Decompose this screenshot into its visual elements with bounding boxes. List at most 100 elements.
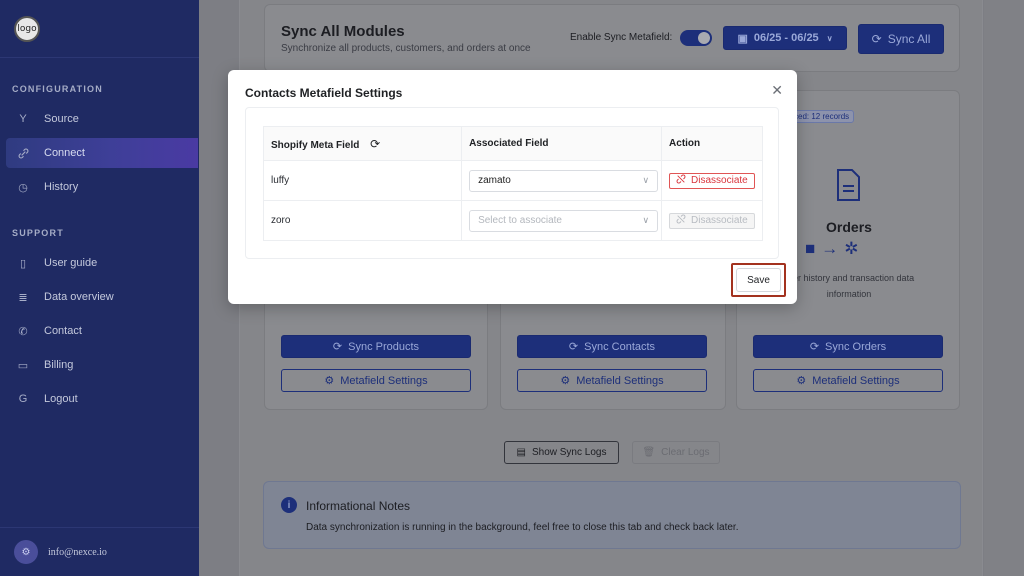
refresh-icon: ⟳ bbox=[568, 341, 579, 353]
contacts-metafield-button[interactable]: ⚙ Metafield Settings bbox=[517, 369, 707, 392]
sync-all-card: Sync All Modules Synchronize all product… bbox=[264, 4, 960, 72]
unlink-icon bbox=[676, 174, 686, 187]
refresh-icon: ⟳ bbox=[871, 32, 882, 46]
info-icon: i bbox=[281, 497, 297, 513]
date-range-picker[interactable]: ▣ 06/25 - 06/25 ∨ bbox=[723, 26, 847, 50]
sidebar-item-label: Contact bbox=[44, 325, 82, 337]
sync-products-label: Sync Products bbox=[348, 340, 420, 353]
shopify-hubspot-icons: ■→✲ bbox=[805, 239, 865, 259]
refresh-icon: ⟳ bbox=[809, 341, 820, 353]
date-range-label: 06/25 - 06/25 bbox=[753, 32, 819, 44]
sidebar-item-label: Connect bbox=[44, 147, 85, 159]
orders-metafield-button[interactable]: ⚙ Metafield Settings bbox=[753, 369, 943, 392]
sidebar-item-label: Data overview bbox=[44, 291, 114, 303]
logo: logo bbox=[14, 15, 40, 42]
unlink-icon bbox=[676, 214, 686, 227]
chevron-down-icon: ∨ bbox=[826, 33, 833, 43]
page-subtitle: Synchronize all products, customers, and… bbox=[281, 43, 531, 54]
document-icon: ▤ bbox=[516, 447, 526, 458]
section-title-configuration: CONFIGURATION bbox=[12, 84, 103, 94]
sidebar-item-connect[interactable]: Connect bbox=[6, 138, 198, 168]
toggle-label: Enable Sync Metafield: bbox=[570, 32, 673, 43]
sidebar-item-label: History bbox=[44, 181, 79, 193]
disassociate-button-disabled[interactable]: Disassociate bbox=[669, 212, 755, 229]
products-metafield-button[interactable]: ⚙ Metafield Settings bbox=[281, 369, 471, 392]
section-title-support: SUPPORT bbox=[12, 228, 64, 238]
notes-title: Informational Notes bbox=[306, 499, 411, 513]
metafield-table-container: Shopify Meta Field ⟳ Associated Field Ac… bbox=[245, 107, 779, 259]
metafield-settings-label: Metafield Settings bbox=[812, 374, 900, 387]
phone-icon: ✆ bbox=[18, 325, 28, 338]
gear-icon: ⚙ bbox=[14, 540, 38, 564]
sidebar-item-label: User guide bbox=[44, 257, 98, 269]
shopify-icon: ■ bbox=[805, 239, 822, 258]
clear-logs-button[interactable]: 🗑 Clear Logs bbox=[632, 441, 720, 464]
sync-contacts-label: Sync Contacts bbox=[584, 340, 656, 353]
sync-products-button[interactable]: ⟳ Sync Products bbox=[281, 335, 471, 358]
metafield-table: Shopify Meta Field ⟳ Associated Field Ac… bbox=[262, 126, 763, 241]
sidebar-item-history[interactable]: ◷ History bbox=[6, 172, 198, 202]
associated-field-select[interactable]: Select to associate ∨ bbox=[469, 209, 659, 232]
orders-desc-1: rder history and transaction data bbox=[785, 273, 915, 283]
table-header-row: Shopify Meta Field ⟳ Associated Field Ac… bbox=[262, 126, 763, 161]
sidebar-item-label: Billing bbox=[44, 359, 74, 371]
refresh-icon: ⟳ bbox=[332, 341, 343, 353]
chevron-down-icon: ∨ bbox=[642, 215, 650, 225]
trash-icon: 🗑 bbox=[642, 447, 656, 458]
show-sync-logs-button[interactable]: ▤ Show Sync Logs bbox=[504, 441, 619, 464]
select-value: zamato bbox=[478, 175, 511, 186]
clear-logs-label: Clear Logs bbox=[661, 447, 710, 458]
sidebar-item-label: Logout bbox=[44, 393, 78, 405]
meta-field-name: luffy bbox=[262, 160, 463, 201]
history-icon: ◷ bbox=[18, 181, 28, 194]
route-icon: Y bbox=[19, 113, 27, 125]
page-title: Sync All Modules bbox=[281, 23, 405, 40]
list-icon: ≣ bbox=[18, 291, 28, 304]
associated-field-cell: zamato ∨ bbox=[461, 160, 663, 201]
refresh-icon[interactable]: ⟳ bbox=[370, 137, 380, 151]
close-icon[interactable]: ✕ bbox=[771, 82, 783, 99]
sync-metafield-toggle[interactable] bbox=[680, 30, 712, 46]
column-header-associated-field: Associated Field bbox=[461, 126, 663, 161]
associated-field-cell: Select to associate ∨ bbox=[461, 200, 663, 241]
sidebar-item-source[interactable]: Y Source bbox=[6, 104, 198, 134]
calendar-icon: ▣ bbox=[737, 32, 748, 45]
sidebar-item-logout[interactable]: G Logout bbox=[6, 384, 198, 414]
gear-icon: ⚙ bbox=[560, 375, 571, 387]
table-row: zoro Select to associate ∨ Disassociate bbox=[262, 200, 763, 241]
sidebar-item-contact[interactable]: ✆ Contact bbox=[6, 316, 198, 346]
records-badge: ced: 12 records bbox=[789, 110, 855, 123]
book-icon: ▯ bbox=[19, 257, 27, 270]
gear-icon: ⚙ bbox=[796, 375, 807, 387]
sidebar-item-user-guide[interactable]: ▯ User guide bbox=[6, 248, 198, 278]
metafield-settings-label: Metafield Settings bbox=[576, 374, 664, 387]
sidebar: logo CONFIGURATION Y Source Connect ◷ Hi… bbox=[0, 0, 199, 576]
logo-row: logo bbox=[0, 0, 199, 58]
sidebar-item-label: Source bbox=[44, 113, 79, 125]
column-header-label: Shopify Meta Field bbox=[271, 139, 360, 151]
user-account[interactable]: ⚙ info@nexce.io bbox=[0, 527, 199, 576]
modal-title: Contacts Metafield Settings bbox=[245, 86, 403, 100]
save-button[interactable]: Save bbox=[736, 268, 781, 292]
logout-icon: G bbox=[18, 393, 28, 405]
notes-text: Data synchronization is running in the b… bbox=[306, 522, 739, 533]
sidebar-item-billing[interactable]: ▭ Billing bbox=[6, 350, 198, 380]
sync-orders-label: Sync Orders bbox=[825, 340, 887, 353]
user-email: info@nexce.io bbox=[48, 546, 107, 558]
gear-icon: ⚙ bbox=[324, 375, 335, 387]
action-cell: Disassociate bbox=[661, 160, 763, 201]
informational-notes: i Informational Notes Data synchronizati… bbox=[263, 481, 961, 549]
card-icon: ▭ bbox=[17, 359, 29, 372]
sidebar-item-data-overview[interactable]: ≣ Data overview bbox=[6, 282, 198, 312]
sync-all-label: Sync All bbox=[887, 32, 931, 46]
scroll-area bbox=[984, 0, 1024, 576]
select-placeholder: Select to associate bbox=[478, 215, 562, 226]
sync-contacts-button[interactable]: ⟳ Sync Contacts bbox=[517, 335, 707, 358]
table-row: luffy zamato ∨ Disassociate bbox=[262, 160, 763, 201]
arrow-right-icon: → bbox=[821, 239, 845, 258]
sync-all-button[interactable]: ⟳ Sync All bbox=[858, 24, 944, 54]
sync-orders-button[interactable]: ⟳ Sync Orders bbox=[753, 335, 943, 358]
metafield-settings-modal: Contacts Metafield Settings ✕ Shopify Me… bbox=[228, 70, 797, 304]
disassociate-button[interactable]: Disassociate bbox=[669, 172, 755, 189]
associated-field-select[interactable]: zamato ∨ bbox=[469, 169, 659, 192]
